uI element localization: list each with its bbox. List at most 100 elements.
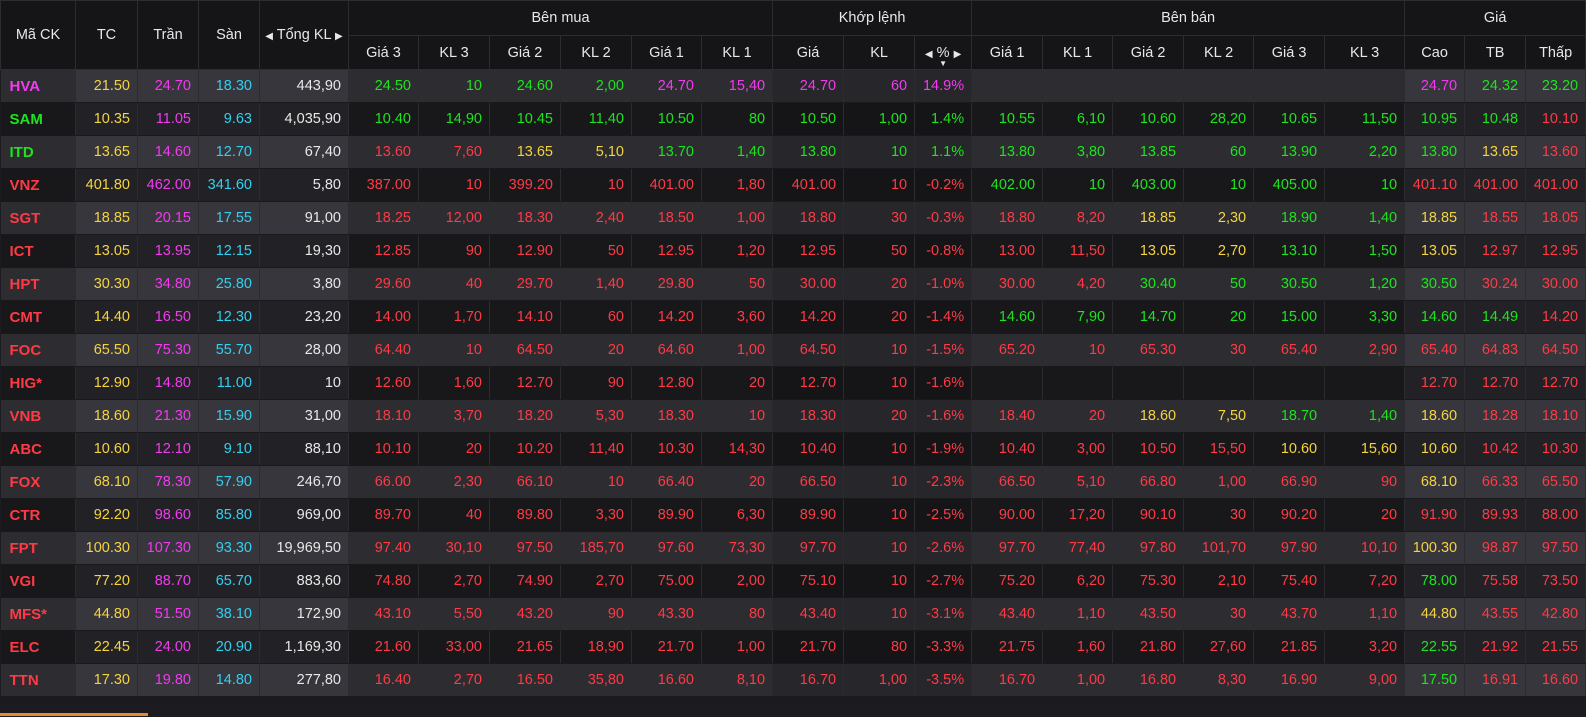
cell-change-pct: -1.5% [914,333,973,367]
cell-symbol[interactable]: HVA [0,69,76,103]
table-row[interactable]: ITD 13.65 14.60 12.70 67,40 13.60 7,60 13.65 5,1… [0,135,1586,169]
cell-total-volume: 23,20 [259,300,349,334]
col-header-change-pct[interactable]: ◀ % ▼ ▶ [914,35,973,70]
cell-ask-vol-2: 7,50 [1183,399,1255,433]
col-header-avg[interactable]: TB [1464,35,1527,70]
cell-ask-price-2: 18.85 [1112,201,1185,235]
cell-ask-vol-3 [1324,366,1406,400]
col-header-high[interactable]: Cao [1404,35,1466,70]
cell-total-volume: 88,10 [259,432,349,466]
cell-symbol[interactable]: VNB [0,399,76,433]
table-row[interactable]: ICT 13.05 13.95 12.15 19,30 12.85 90 12.90 50 12.… [0,234,1586,268]
cell-symbol[interactable]: VGI [0,564,76,598]
cell-bid-price-1: 18.50 [631,201,702,235]
cell-symbol[interactable]: SGT [0,201,76,235]
cell-high: 68.10 [1404,465,1466,499]
col-header-ask-vol-1[interactable]: KL 1 [1042,35,1114,70]
col-header-low[interactable]: Thấp [1525,35,1586,70]
cell-ask-price-1 [971,366,1044,400]
col-header-floor[interactable]: Sàn [198,0,260,70]
cell-ref: 401.80 [75,168,138,202]
col-header-ask-price-3[interactable]: Giá 3 [1253,35,1326,70]
cell-match-price: 97.70 [772,531,845,565]
cell-symbol[interactable]: ICT [0,234,76,268]
table-row[interactable]: TTN 17.30 19.80 14.80 277,80 16.40 2,70 16.50 35… [0,663,1586,697]
cell-ask-vol-3: 2,90 [1324,333,1406,367]
cell-avg: 16.91 [1464,663,1527,697]
col-header-bid-price-1[interactable]: Giá 1 [631,35,702,70]
col-header-ref[interactable]: TC [75,0,138,70]
col-header-match-price[interactable]: Giá [772,35,845,70]
col-header-bid-price-3[interactable]: Giá 3 [348,35,419,70]
caret-left-icon[interactable]: ◀ [925,49,933,60]
caret-right-icon[interactable]: ▶ [954,49,962,60]
cell-symbol[interactable]: CTR [0,498,76,532]
cell-bid-vol-2: 2,40 [560,201,632,235]
cell-bid-price-3: 43.10 [348,597,419,631]
table-row[interactable]: ELC 22.45 24.00 20.90 1,169,30 21.60 33,00 21.6… [0,630,1586,664]
table-row[interactable]: HIG* 12.90 14.80 11.00 10 12.60 1,60 12.70 90 12.… [0,366,1586,400]
cell-symbol[interactable]: TTN [0,663,76,697]
cell-match-price: 10.50 [772,102,845,136]
table-row[interactable]: SGT 18.85 20.15 17.55 91,00 18.25 12,00 18.30 2,… [0,201,1586,235]
col-header-ask-price-2[interactable]: Giá 2 [1112,35,1185,70]
table-row[interactable]: HVA 21.50 24.70 18.30 443,90 24.50 10 24.60 2,00… [0,69,1586,103]
table-row[interactable]: FOC 65.50 75.30 55.70 28,00 64.40 10 64.50 20 64.… [0,333,1586,367]
cell-symbol[interactable]: HIG* [0,366,76,400]
cell-symbol[interactable]: CMT [0,300,76,334]
cell-total-volume: 969,00 [259,498,349,532]
cell-symbol[interactable]: VNZ [0,168,76,202]
cell-symbol[interactable]: FPT [0,531,76,565]
cell-bid-vol-1: 1,00 [701,333,774,367]
horizontal-scrollbar[interactable] [0,713,148,716]
cell-symbol[interactable]: HPT [0,267,76,301]
cell-symbol[interactable]: ABC [0,432,76,466]
table-row[interactable]: CMT 14.40 16.50 12.30 23,20 14.00 1,70 14.10 60 1… [0,300,1586,334]
col-header-bid-vol-3[interactable]: KL 3 [418,35,490,70]
cell-symbol[interactable]: ITD [0,135,76,169]
cell-symbol[interactable]: SAM [0,102,76,136]
col-header-ask-vol-3[interactable]: KL 3 [1324,35,1406,70]
cell-symbol[interactable]: FOC [0,333,76,367]
table-row[interactable]: VNB 18.60 21.30 15.90 31,00 18.10 3,70 18.20 5,3… [0,399,1586,433]
cell-bid-vol-1: 50 [701,267,774,301]
col-header-symbol[interactable]: Mã CK [0,0,76,70]
table-row[interactable]: CTR 92.20 98.60 85.80 969,00 89.70 40 89.80 3,30… [0,498,1586,532]
col-header-match-vol[interactable]: KL [843,35,916,70]
table-row[interactable]: MFS* 44.80 51.50 38.10 172,90 43.10 5,50 43.20 9… [0,597,1586,631]
cell-symbol[interactable]: MFS* [0,597,76,631]
cell-bid-price-2: 43.20 [489,597,561,631]
cell-ref: 14.40 [75,300,138,334]
table-row[interactable]: VNZ 401.80 462.00 341.60 5,80 387.00 10 399.20 1… [0,168,1586,202]
cell-ask-price-2: 16.80 [1112,663,1185,697]
table-row[interactable]: ABC 10.60 12.10 9.10 88,10 10.10 20 10.20 11,40 1… [0,432,1586,466]
sort-desc-icon[interactable]: ▼ [939,59,947,68]
cell-match-vol: 10 [843,564,916,598]
cell-bid-vol-3: 40 [418,498,490,532]
col-header-ceil[interactable]: Trần [137,0,199,70]
table-row[interactable]: FOX 68.10 78.30 57.90 246,70 66.00 2,30 66.10 10… [0,465,1586,499]
cell-bid-price-2: 14.10 [489,300,561,334]
cell-ask-price-1: 21.75 [971,630,1044,664]
cell-bid-vol-2: 5,10 [560,135,632,169]
col-header-bid-price-2[interactable]: Giá 2 [489,35,561,70]
col-header-bid-vol-2[interactable]: KL 2 [560,35,632,70]
cell-ask-price-2: 43.50 [1112,597,1185,631]
col-header-ask-price-1[interactable]: Giá 1 [971,35,1044,70]
col-header-bid-vol-1[interactable]: KL 1 [700,35,774,70]
cell-change-pct: -1.0% [914,267,973,301]
cell-ask-price-3: 13.90 [1253,135,1326,169]
cell-symbol[interactable]: ELC [0,630,76,664]
cell-high: 13.80 [1404,135,1466,169]
cell-ask-price-1: 10.55 [971,102,1044,136]
cell-low: 65.50 [1525,465,1586,499]
table-row[interactable]: VGI 77.20 88.70 65.70 883,60 74.80 2,70 74.90 2,… [0,564,1586,598]
table-row[interactable]: HPT 30.30 34.80 25.80 3,80 29.60 40 29.70 1,40 29… [0,267,1586,301]
col-header-ask-vol-2[interactable]: KL 2 [1183,35,1255,70]
table-row[interactable]: SAM 10.35 11.05 9.63 4,035,90 10.40 14,90 10.45… [0,102,1586,136]
caret-right-icon[interactable]: ▶ [335,31,343,42]
col-header-total-volume[interactable]: ◀ Tổng KL ▶ [259,0,349,70]
caret-left-icon[interactable]: ◀ [265,31,273,42]
table-row[interactable]: FPT 100.30 107.30 93.30 19,969,50 97.40 30,10 9… [0,531,1586,565]
cell-symbol[interactable]: FOX [0,465,76,499]
